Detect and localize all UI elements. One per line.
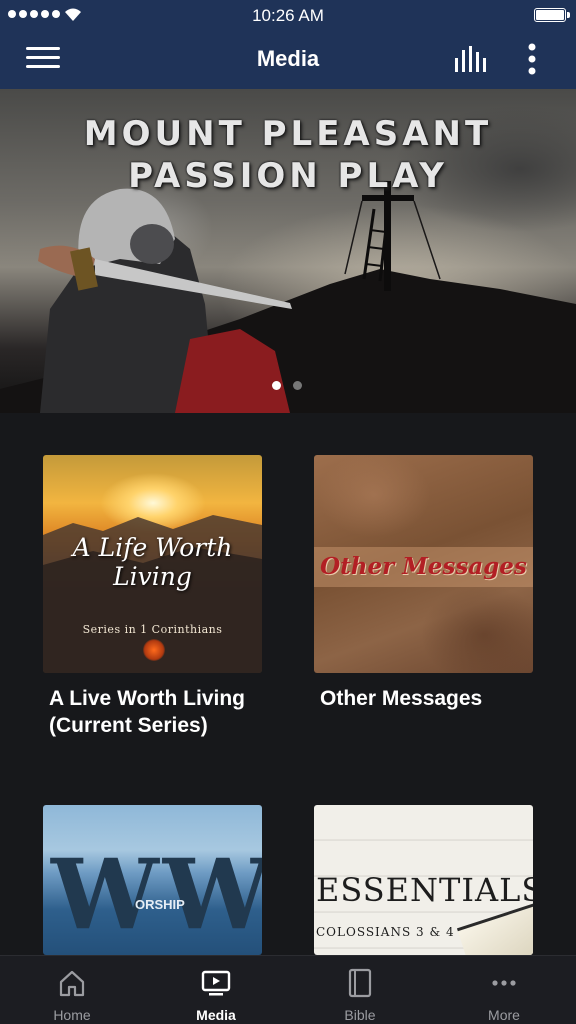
media-card-life-worth-living[interactable]: A Life Worth Living Series in 1 Corinthi… (43, 455, 262, 739)
sun-glow (143, 639, 165, 661)
media-tv-icon (201, 970, 231, 996)
tab-label: Media (196, 1007, 236, 1023)
hamburger-menu-icon[interactable] (26, 47, 60, 73)
page-title: Media (256, 46, 320, 71)
tab-more[interactable]: More (432, 956, 576, 1024)
tab-label: Home (53, 1007, 91, 1023)
more-vertical-icon[interactable] (518, 42, 546, 76)
tab-label: Bible (344, 1007, 376, 1023)
series-art-subtitle: Series in 1 Corinthians (82, 623, 223, 636)
home-icon (59, 970, 85, 997)
banner-title-line-1: MOUNT PLEASANT (83, 114, 493, 154)
more-horizontal-icon (492, 980, 516, 986)
series-art-title: ESSENTIALS (316, 871, 533, 909)
media-card-worship[interactable]: WW ORSHIP (43, 805, 262, 955)
banner-title: MOUNT PLEASANT PASSION PLAY (0, 113, 576, 197)
series-art-subtitle: COLOSSIANS 3 & 4 (316, 925, 455, 939)
series-artwork: Other Messages (314, 455, 533, 673)
featured-banner[interactable]: MOUNT PLEASANT PASSION PLAY (0, 89, 576, 413)
media-card-title: A Live Worth Living (Current Series) (49, 687, 246, 737)
media-card-essentials[interactable]: ESSENTIALS COLOSSIANS 3 & 4 (314, 805, 533, 955)
carousel-dot-2[interactable] (293, 381, 302, 390)
audio-bars-icon[interactable] (452, 44, 488, 74)
status-time: 10:26 AM (252, 6, 324, 25)
tab-bible[interactable]: Bible (288, 956, 432, 1024)
media-card-other-messages[interactable]: Other Messages Other Messages (314, 455, 533, 712)
series-art-title: A Life Worth Living (72, 533, 233, 591)
tab-label: More (488, 1007, 520, 1023)
series-art-subtitle: ORSHIP (135, 897, 185, 912)
carousel-indicator (272, 381, 302, 390)
banner-title-line-2: PASSION PLAY (128, 156, 448, 196)
carousel-dot-1[interactable] (272, 381, 281, 390)
series-artwork: A Life Worth Living Series in 1 Corinthi… (43, 455, 262, 673)
media-card-title: Other Messages (320, 687, 483, 710)
status-bar: 10:26 AM (0, 0, 576, 30)
tab-home[interactable]: Home (0, 956, 144, 1024)
series-artwork: WW ORSHIP (43, 805, 262, 955)
series-art-title: WW (51, 838, 262, 951)
book-icon (348, 968, 372, 998)
nav-bar: Media (0, 30, 576, 89)
battery-icon (534, 8, 570, 22)
series-artwork: ESSENTIALS COLOSSIANS 3 & 4 (314, 805, 533, 955)
tab-bar: Home Media Bible More (0, 955, 576, 1024)
series-art-title: Other Messages (314, 547, 533, 587)
tab-media[interactable]: Media (144, 956, 288, 1024)
